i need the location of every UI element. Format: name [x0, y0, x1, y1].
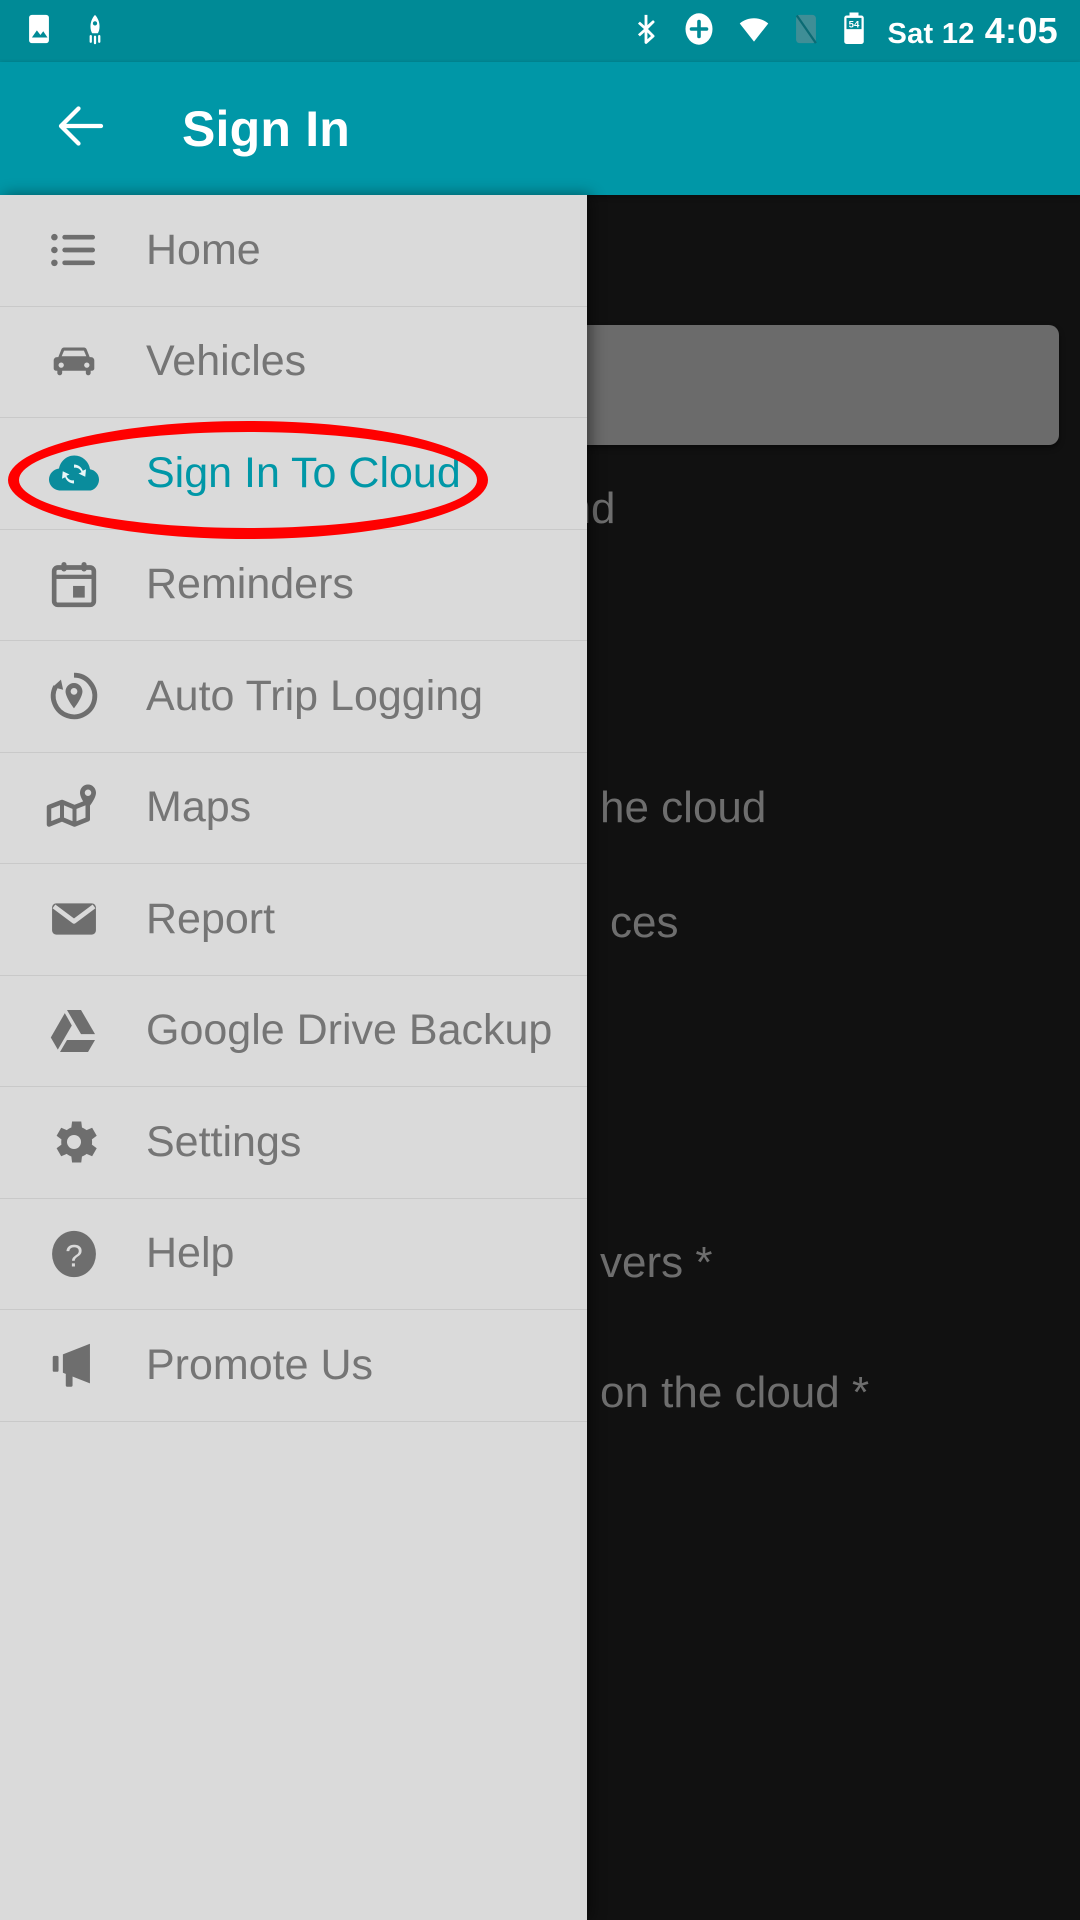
navigation-drawer: Home Vehicles Sign In To Cloud Reminders…	[0, 195, 587, 1920]
sidebar-item-promote-us[interactable]: Promote Us	[0, 1310, 587, 1422]
sidebar-item-auto-trip-logging[interactable]: Auto Trip Logging	[0, 641, 587, 753]
back-button[interactable]	[48, 96, 114, 162]
gear-icon	[38, 1113, 110, 1171]
status-bar-time: 4:05	[984, 10, 1058, 51]
sidebar-item-label: Help	[146, 1229, 235, 1278]
sidebar-item-vehicles[interactable]: Vehicles	[0, 307, 587, 418]
status-bar-system-icons: 54 Sat 12 4:05	[629, 10, 1058, 53]
feature-line-3: vers *	[600, 1238, 713, 1287]
sidebar-item-label: Reminders	[146, 560, 354, 609]
sidebar-item-home[interactable]: Home	[0, 195, 587, 307]
sidebar-item-sign-in-to-cloud[interactable]: Sign In To Cloud	[0, 418, 587, 530]
sidebar-item-label: Home	[146, 225, 261, 274]
svg-text:?: ?	[65, 1237, 83, 1273]
sidebar-item-label: Maps	[146, 783, 252, 832]
battery-icon: 54	[839, 11, 869, 52]
megaphone-icon	[38, 1336, 110, 1394]
location-history-icon	[38, 667, 110, 725]
car-icon	[38, 333, 110, 391]
envelope-icon	[38, 891, 110, 947]
sidebar-item-label: Report	[146, 894, 276, 943]
sidebar-item-label: Google Drive Backup	[146, 1006, 553, 1055]
sidebar-item-report[interactable]: Report	[0, 864, 587, 976]
sidebar-item-label: Vehicles	[146, 337, 307, 386]
calendar-icon	[38, 557, 110, 613]
back-arrow-icon	[51, 96, 111, 161]
sidebar-item-reminders[interactable]: Reminders	[0, 530, 587, 641]
feature-line-1: he cloud	[600, 783, 767, 832]
sidebar-item-label: Sign In To Cloud	[146, 448, 461, 497]
google-drive-icon	[38, 1002, 110, 1060]
rocket-icon	[78, 12, 112, 51]
page-title: Sign In	[182, 100, 351, 157]
sidebar-item-google-drive-backup[interactable]: Google Drive Backup	[0, 976, 587, 1087]
wifi-icon	[735, 10, 773, 53]
sidebar-item-label: Auto Trip Logging	[146, 671, 484, 720]
map-pin-icon	[38, 778, 110, 838]
battery-level-label: 54	[849, 19, 860, 30]
status-bar-notifications	[22, 12, 112, 51]
bluetooth-icon	[629, 12, 663, 51]
sidebar-item-maps[interactable]: Maps	[0, 753, 587, 864]
question-circle-icon: ?	[38, 1226, 110, 1282]
status-bar-date: Sat 12	[887, 18, 975, 50]
cloud-sync-icon	[38, 443, 110, 503]
status-bar: 54 Sat 12 4:05	[0, 0, 1080, 62]
status-bar-clock: Sat 12 4:05	[887, 10, 1058, 52]
sidebar-item-label: Promote Us	[146, 1340, 374, 1389]
sidebar-item-label: Settings	[146, 1117, 302, 1166]
sidebar-item-settings[interactable]: Settings	[0, 1087, 587, 1199]
plus-circle-icon	[681, 11, 717, 52]
sidebar-item-help[interactable]: ? Help	[0, 1199, 587, 1310]
feature-line-2: ces	[610, 898, 679, 947]
sim-card-off-icon	[791, 12, 821, 51]
drawer-empty-space	[0, 1422, 587, 1622]
list-icon	[38, 222, 110, 278]
image-icon	[22, 12, 56, 51]
app-bar: Sign In	[0, 62, 1080, 195]
feature-line-4: on the cloud *	[600, 1368, 870, 1417]
